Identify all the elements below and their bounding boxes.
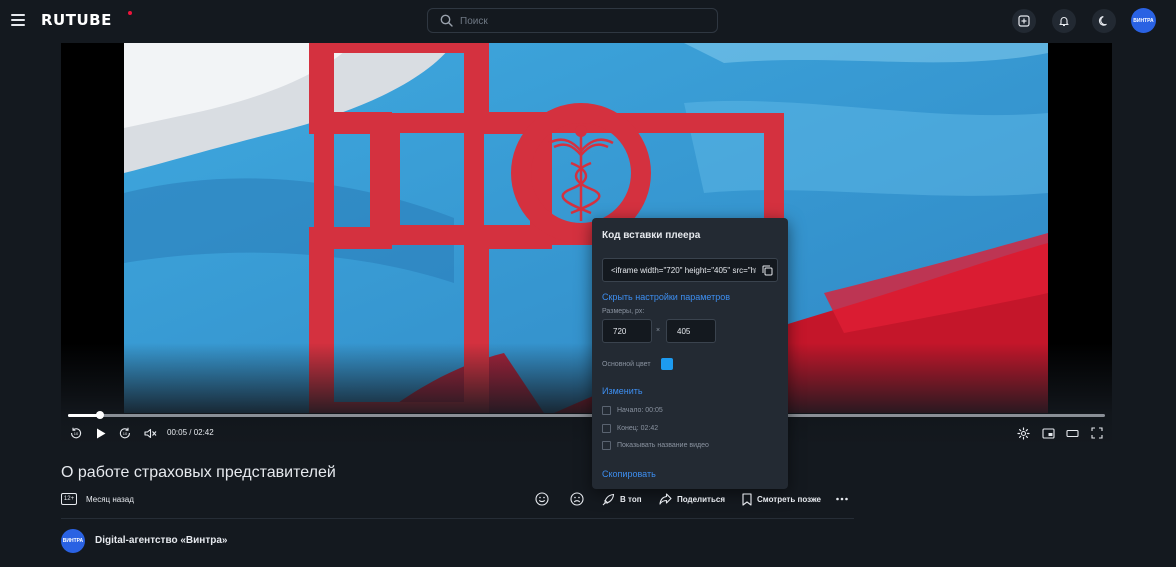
settings-button[interactable] <box>1016 426 1030 440</box>
svg-text:10: 10 <box>74 431 79 436</box>
publish-date: Месяц назад <box>86 495 134 504</box>
watch-later-button[interactable]: Смотреть позже <box>742 491 821 507</box>
fullscreen-icon <box>1091 427 1103 439</box>
embed-code-popup: Код вставки плеера <iframe width="720" h… <box>592 218 788 489</box>
like-button[interactable] <box>535 491 549 507</box>
share-label: Поделиться <box>677 494 726 504</box>
age-rating-badge: 12+ <box>61 493 77 505</box>
change-color-link[interactable]: Изменить <box>602 386 643 396</box>
rewind-10-button[interactable]: 10 <box>69 426 83 440</box>
dislike-button[interactable] <box>570 491 584 507</box>
video-player[interactable]: 10 10 00:05 / 02:42 <box>61 43 1112 446</box>
copy-code-button[interactable]: Скопировать <box>602 469 656 479</box>
search-input[interactable] <box>460 12 710 30</box>
section-divider <box>61 518 854 519</box>
frown-icon <box>570 492 584 506</box>
color-label: Основной цвет <box>602 361 651 368</box>
theater-mode-button[interactable] <box>1065 426 1079 440</box>
search-box <box>427 8 718 33</box>
menu-icon[interactable] <box>11 14 25 26</box>
search-icon <box>440 14 453 27</box>
times-sign: × <box>656 327 661 334</box>
play-button[interactable] <box>94 426 108 440</box>
channel-name[interactable]: Digital-агентство «Винтра» <box>95 535 227 546</box>
fullscreen-button[interactable] <box>1090 426 1104 440</box>
width-input[interactable] <box>602 319 652 343</box>
embed-code-text[interactable]: <iframe width="720" height="405" src="ht… <box>611 266 756 275</box>
gear-icon <box>1016 426 1030 440</box>
volume-muted-icon <box>143 428 156 438</box>
moon-icon <box>1098 16 1107 26</box>
start-time-checkbox[interactable] <box>602 406 611 415</box>
progress-bar[interactable] <box>68 411 1105 419</box>
end-time-checkbox[interactable] <box>602 424 611 433</box>
miniplayer-button[interactable] <box>1041 426 1055 440</box>
picture-in-picture-icon <box>1041 427 1055 439</box>
upload-button[interactable] <box>1012 9 1036 33</box>
rewind-icon: 10 <box>71 427 82 439</box>
hide-settings-link[interactable]: Скрыть настройки параметров <box>602 292 730 302</box>
copy-icon[interactable] <box>762 265 773 276</box>
add-video-icon <box>1018 15 1030 27</box>
play-icon <box>97 428 106 438</box>
time-display: 00:05 / 02:42 <box>167 428 214 437</box>
rutube-logo[interactable]: RUTUBE <box>41 11 112 29</box>
theater-icon <box>1065 429 1079 437</box>
svg-text:10: 10 <box>123 431 128 436</box>
color-swatch[interactable] <box>661 358 673 370</box>
promote-button[interactable]: В топ <box>602 491 642 507</box>
bell-icon <box>1059 17 1069 27</box>
more-button[interactable] <box>836 491 848 507</box>
show-title-checkbox[interactable] <box>602 441 611 450</box>
more-dots-icon <box>836 497 848 501</box>
video-title: О работе страховых представителей <box>61 464 336 481</box>
bookmark-icon <box>742 492 752 506</box>
mute-button[interactable] <box>143 426 157 440</box>
theme-toggle-button[interactable] <box>1092 9 1116 33</box>
logo-dot <box>128 11 132 15</box>
top-header: RUTUBE ВИНТРА <box>0 0 1176 42</box>
height-input[interactable] <box>666 319 716 343</box>
size-label: Размеры, px: <box>602 308 645 315</box>
embed-code-field[interactable]: <iframe width="720" height="405" src="ht… <box>602 258 778 282</box>
user-avatar[interactable]: ВИНТРА <box>1131 8 1156 33</box>
forward-10-button[interactable]: 10 <box>118 426 132 440</box>
promote-label: В топ <box>620 494 642 504</box>
end-time-label: Конец: 02:42 <box>617 425 659 432</box>
rocket-icon <box>602 493 615 505</box>
smile-icon <box>535 492 549 506</box>
notifications-button[interactable] <box>1052 9 1076 33</box>
forward-icon: 10 <box>119 427 130 439</box>
popup-title: Код вставки плеера <box>602 230 701 241</box>
channel-avatar[interactable]: ВИНТРА <box>61 529 85 553</box>
share-button[interactable]: Поделиться <box>659 491 725 507</box>
start-time-label: Начало: 00:05 <box>617 407 663 414</box>
controls-gradient <box>61 343 1112 446</box>
show-title-label: Показывать название видео <box>617 442 709 449</box>
watch-later-label: Смотреть позже <box>757 494 821 504</box>
share-icon <box>659 493 672 505</box>
